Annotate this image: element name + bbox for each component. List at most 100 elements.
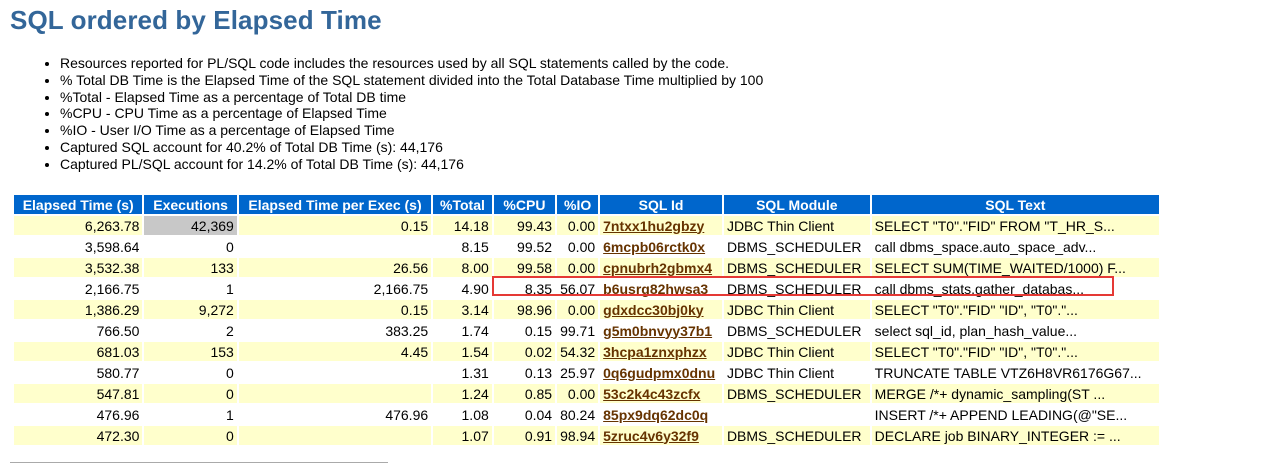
cell-sql-module: DBMS_SCHEDULER [723, 321, 870, 340]
cell-sql-id: b6usrg82hwsa3 [600, 279, 722, 298]
sql-id-link[interactable]: 53c2k4c43zcfx [603, 386, 700, 402]
cell-elapsed-time: 681.03 [14, 342, 143, 361]
cell-pct-io: 25.97 [557, 363, 599, 382]
cell-executions: 0 [144, 237, 237, 256]
table-row: 3,532.38 133 26.56 8.00 99.58 0.00 cpnub… [14, 258, 1159, 277]
cell-sql-text: SELECT SUM(TIME_WAITED/1000) F... [871, 258, 1159, 277]
sql-id-link[interactable]: 85px9dq62dc0q [603, 407, 708, 423]
table-row: 2,166.75 1 2,166.75 4.90 8.35 56.07 b6us… [14, 279, 1159, 298]
cell-elapsed-per-exec: 0.15 [238, 216, 432, 235]
header-sql-text: SQL Text [871, 195, 1159, 214]
sql-id-link[interactable]: gdxdcc30bj0ky [603, 302, 703, 318]
note-item: %IO - User I/O Time as a percentage of E… [60, 122, 763, 139]
cell-elapsed-time: 580.77 [14, 363, 143, 382]
cell-pct-io: 54.32 [557, 342, 599, 361]
cell-pct-total: 1.74 [433, 321, 492, 340]
cell-elapsed-time: 476.96 [14, 405, 143, 424]
cell-pct-cpu: 0.15 [493, 321, 556, 340]
cell-sql-module: JDBC Thin Client [723, 363, 870, 382]
cell-pct-io: 0.00 [557, 216, 599, 235]
cell-sql-text: SELECT "T0"."FID" FROM "T_HR_S... [871, 216, 1159, 235]
table-row: 6,263.78 42,369 0.15 14.18 99.43 0.00 7n… [14, 216, 1159, 235]
cell-pct-total: 8.00 [433, 258, 492, 277]
cell-sql-module [723, 405, 870, 424]
cell-sql-id: 6mcpb06rctk0x [600, 237, 722, 256]
cell-pct-total: 1.24 [433, 384, 492, 403]
cell-pct-total: 1.07 [433, 426, 492, 445]
cell-pct-cpu: 0.85 [493, 384, 556, 403]
sql-id-link[interactable]: b6usrg82hwsa3 [603, 281, 708, 297]
cell-sql-text: select sql_id, plan_hash_value... [871, 321, 1159, 340]
table-row: 547.81 0 1.24 0.85 0.00 53c2k4c43zcfx DB… [14, 384, 1159, 403]
cell-sql-text: MERGE /*+ dynamic_sampling(ST ... [871, 384, 1159, 403]
cell-elapsed-per-exec [238, 237, 432, 256]
divider [10, 462, 388, 463]
cell-elapsed-per-exec: 4.45 [238, 342, 432, 361]
note-item: Captured PL/SQL account for 14.2% of Tot… [60, 156, 763, 173]
sql-id-link[interactable]: 0q6gudpmx0dnu [603, 365, 715, 381]
sql-elapsed-table: Elapsed Time (s) Executions Elapsed Time… [12, 193, 1161, 447]
cell-pct-total: 3.14 [433, 300, 492, 319]
cell-pct-total: 8.15 [433, 237, 492, 256]
cell-pct-io: 56.07 [557, 279, 599, 298]
cell-elapsed-time: 547.81 [14, 384, 143, 403]
cell-executions: 153 [144, 342, 237, 361]
cell-sql-id: 7ntxx1hu2gbzy [600, 216, 722, 235]
table-row: 3,598.64 0 8.15 99.52 0.00 6mcpb06rctk0x… [14, 237, 1159, 256]
cell-elapsed-per-exec [238, 384, 432, 403]
sql-id-link[interactable]: g5m0bnvyy37b1 [603, 323, 712, 339]
sql-id-link[interactable]: 5zruc4v6y32f9 [603, 428, 699, 444]
cell-sql-id: g5m0bnvyy37b1 [600, 321, 722, 340]
cell-pct-total: 1.54 [433, 342, 492, 361]
note-item: Resources reported for PL/SQL code inclu… [60, 55, 763, 72]
cell-sql-text: SELECT "T0"."FID" "ID", "T0"."... [871, 342, 1159, 361]
cell-elapsed-per-exec [238, 426, 432, 445]
cell-elapsed-time: 3,598.64 [14, 237, 143, 256]
table-header-row: Elapsed Time (s) Executions Elapsed Time… [14, 195, 1159, 214]
cell-elapsed-time: 766.50 [14, 321, 143, 340]
cell-pct-total: 1.31 [433, 363, 492, 382]
cell-elapsed-per-exec: 383.25 [238, 321, 432, 340]
cell-sql-module: JDBC Thin Client [723, 342, 870, 361]
header-executions: Executions [144, 195, 237, 214]
cell-pct-cpu: 99.52 [493, 237, 556, 256]
cell-sql-text: INSERT /*+ APPEND LEADING(@"SE... [871, 405, 1159, 424]
cell-executions: 1 [144, 279, 237, 298]
cell-sql-module: DBMS_SCHEDULER [723, 426, 870, 445]
cell-pct-cpu: 99.58 [493, 258, 556, 277]
cell-pct-total: 4.90 [433, 279, 492, 298]
cell-executions: 0 [144, 384, 237, 403]
cell-sql-text: SELECT "T0"."FID" "ID", "T0"."... [871, 300, 1159, 319]
cell-sql-id: gdxdcc30bj0ky [600, 300, 722, 319]
cell-pct-cpu: 0.04 [493, 405, 556, 424]
cell-sql-module: JDBC Thin Client [723, 216, 870, 235]
sql-id-link[interactable]: 6mcpb06rctk0x [603, 239, 705, 255]
cell-elapsed-time: 2,166.75 [14, 279, 143, 298]
cell-sql-id: 3hcpa1znxphzx [600, 342, 722, 361]
cell-sql-id: 0q6gudpmx0dnu [600, 363, 722, 382]
sql-id-link[interactable]: 7ntxx1hu2gbzy [603, 218, 704, 234]
cell-pct-cpu: 0.02 [493, 342, 556, 361]
cell-pct-io: 80.24 [557, 405, 599, 424]
cell-elapsed-per-exec [238, 363, 432, 382]
cell-sql-text: call dbms_stats.gather_databas... [871, 279, 1159, 298]
cell-elapsed-per-exec: 2,166.75 [238, 279, 432, 298]
sql-id-link[interactable]: 3hcpa1znxphzx [603, 344, 706, 360]
cell-sql-text: call dbms_space.auto_space_adv... [871, 237, 1159, 256]
cell-elapsed-time: 6,263.78 [14, 216, 143, 235]
cell-elapsed-per-exec: 26.56 [238, 258, 432, 277]
cell-pct-io: 0.00 [557, 237, 599, 256]
cell-pct-cpu: 8.35 [493, 279, 556, 298]
cell-sql-id: cpnubrh2gbmx4 [600, 258, 722, 277]
header-pct-io: %IO [557, 195, 599, 214]
cell-sql-module: JDBC Thin Client [723, 300, 870, 319]
cell-elapsed-per-exec: 0.15 [238, 300, 432, 319]
cell-pct-io: 0.00 [557, 258, 599, 277]
table-row: 476.96 1 476.96 1.08 0.04 80.24 85px9dq6… [14, 405, 1159, 424]
note-item: %CPU - CPU Time as a percentage of Elaps… [60, 105, 763, 122]
cell-pct-io: 0.00 [557, 300, 599, 319]
table-row: 766.50 2 383.25 1.74 0.15 99.71 g5m0bnvy… [14, 321, 1159, 340]
table-row: 681.03 153 4.45 1.54 0.02 54.32 3hcpa1zn… [14, 342, 1159, 361]
cell-pct-cpu: 0.13 [493, 363, 556, 382]
sql-id-link[interactable]: cpnubrh2gbmx4 [603, 260, 712, 276]
